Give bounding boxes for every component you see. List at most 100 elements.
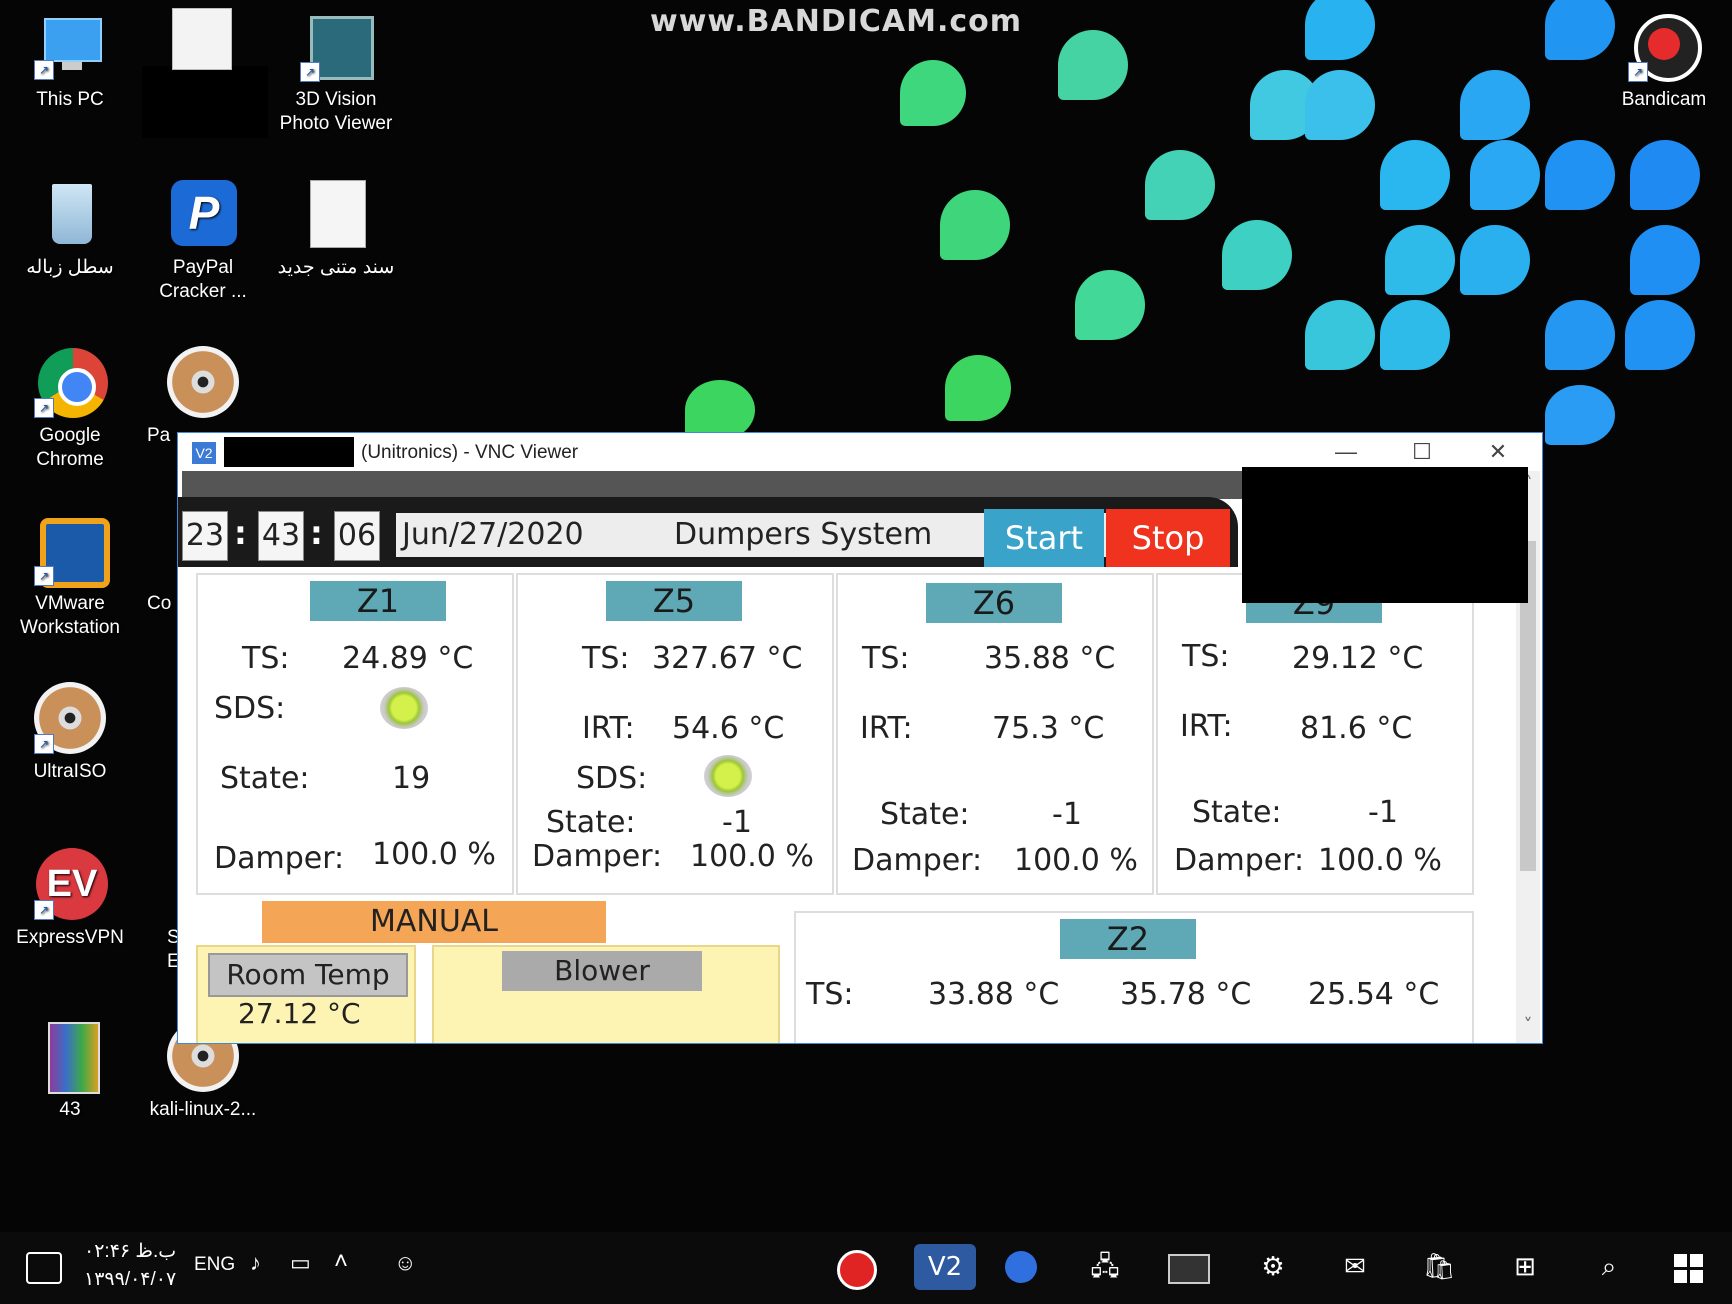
task-view-icon[interactable]: ⊞ [1500, 1244, 1550, 1290]
language-indicator[interactable]: ENG [194, 1254, 235, 1276]
maximize-button[interactable]: ☐ [1386, 435, 1458, 469]
scroll-down-icon[interactable]: ˅ [1516, 1015, 1540, 1036]
zone-header: Z6 [926, 583, 1062, 623]
time-separator: : [234, 514, 247, 552]
shortcut-icon [148, 848, 178, 920]
time-seconds[interactable]: 06 [334, 511, 380, 561]
bandicam-icon: ↗ [1628, 10, 1702, 82]
icon-label: سند متنی جدید [277, 257, 395, 278]
zone-header: Z2 [1060, 919, 1196, 959]
time-minutes[interactable]: 43 [258, 511, 304, 561]
damper-value: 100.0 % [372, 837, 496, 872]
state-value: 19 [392, 761, 431, 796]
zone-header: Z1 [310, 581, 446, 621]
irt-value: 75.3 °C [992, 711, 1105, 746]
windows-start-icon[interactable] [1664, 1244, 1714, 1290]
ts-value-2: 35.78 °C [1120, 977, 1252, 1012]
vnc-viewer-window[interactable]: V2 (Unitronics) - VNC Viewer — ☐ ✕ 23 : … [177, 432, 1543, 1044]
chevron-up-icon[interactable]: ˄ [334, 1248, 348, 1276]
network-icon[interactable]: 🖧 [1080, 1244, 1130, 1290]
damper-value: 100.0 % [690, 839, 814, 874]
state-value: -1 [1368, 795, 1398, 830]
system-title: Dumpers System [674, 517, 933, 552]
desktop-icon-text-document[interactable]: سند متنی جدید [276, 178, 396, 280]
zone-panel-z2: Z2 TS: 33.88 °C 35.78 °C 25.54 °C [794, 911, 1474, 1043]
irt-value: 81.6 °C [1300, 711, 1413, 746]
notification-icon[interactable] [26, 1252, 62, 1284]
redacted-area [142, 66, 268, 138]
zone-panel-z1: Z1 TS: 24.89 °C SDS: State: 19 Damper: 1… [196, 573, 514, 895]
vnc-logo-icon: V2 [192, 442, 216, 464]
desktop-icon-this-pc[interactable]: ↗ This PC [10, 10, 130, 112]
volume-icon[interactable]: ♪ [250, 1250, 261, 1276]
mail-icon[interactable]: ✉ [1330, 1244, 1380, 1290]
icon-label: Bandicam [1621, 89, 1707, 110]
desktop-icon-chrome[interactable]: ↗ Google Chrome [10, 346, 130, 472]
ts-label: TS: [806, 977, 854, 1012]
start-button[interactable]: Start [984, 509, 1104, 567]
irt-label: IRT: [1180, 709, 1233, 744]
desktop-icon-bandicam[interactable]: ↗ Bandicam [1604, 10, 1724, 112]
sds-indicator-icon [704, 755, 752, 797]
desktop-icon-paypal[interactable]: P PayPal Cracker ... [143, 178, 263, 304]
desktop-icon-ultraiso[interactable]: ↗ UltraISO [10, 682, 130, 784]
people-icon[interactable]: ☺ [394, 1250, 416, 1276]
terminal-icon[interactable] [1164, 1244, 1214, 1290]
taskbar: ۰۲:۴۶ ب.ظ ۱۳۹۹/۰۴/۰۷ ENG ♪ ▭ ˄ ☺ V2 🖧 ⚙ … [0, 1232, 1732, 1304]
state-value: -1 [1052, 797, 1082, 832]
state-value: -1 [722, 805, 752, 840]
desktop-icon-vmware[interactable]: ↗ VMware Workstation [10, 514, 130, 640]
bandicam-watermark: www.BANDICAM.com [650, 4, 1023, 39]
icon-label: 43 [59, 1099, 81, 1120]
minimize-button[interactable]: — [1310, 435, 1382, 469]
recycle-bin-icon [34, 178, 106, 250]
state-label: State: [880, 797, 970, 832]
settings-icon[interactable]: ⚙ [1248, 1244, 1298, 1290]
window-titlebar[interactable]: V2 (Unitronics) - VNC Viewer — ☐ ✕ [178, 433, 1542, 471]
desktop-icon-recycle-bin[interactable]: سطل زباله [10, 178, 130, 280]
icon-label: 3D Vision Photo Viewer [279, 89, 393, 134]
ts-label: TS: [862, 641, 910, 676]
ts-label: TS: [1182, 639, 1230, 674]
clock-time[interactable]: ۰۲:۴۶ ب.ظ [84, 1240, 176, 1263]
damper-label: Damper: [1174, 843, 1305, 878]
search-icon[interactable]: ⌕ [1584, 1244, 1634, 1290]
ts-label: TS: [582, 641, 630, 676]
damper-value: 100.0 % [1318, 843, 1442, 878]
clock-date[interactable]: ۱۳۹۹/۰۴/۰۷ [84, 1268, 176, 1291]
record-icon[interactable] [832, 1244, 882, 1290]
computer-icon: ↗ [34, 10, 106, 82]
manual-mode-badge[interactable]: MANUAL [262, 901, 606, 943]
blower-button[interactable]: Blower [502, 951, 702, 991]
ts-value: 29.12 °C [1292, 641, 1424, 676]
time-hours[interactable]: 23 [182, 511, 228, 561]
disc-icon: ↗ [34, 682, 106, 754]
store-icon[interactable]: 🛍 [1414, 1244, 1464, 1290]
state-label: State: [220, 761, 310, 796]
ts-value-1: 33.88 °C [928, 977, 1060, 1012]
redacted-area [1242, 467, 1528, 603]
stop-button[interactable]: Stop [1106, 509, 1230, 567]
irt-value: 54.6 °C [672, 711, 785, 746]
room-temp-value: 27.12 °C [238, 997, 361, 1030]
network-tray-icon[interactable]: ▭ [290, 1250, 311, 1276]
room-temp-tile: Room Temp 27.12 °C [196, 945, 416, 1043]
icon-label: This PC [36, 89, 104, 110]
shield-icon[interactable] [996, 1244, 1046, 1290]
icon-label: ExpressVPN [16, 927, 124, 948]
zone-panel-z9: Z9 TS: 29.12 °C IRT: 81.6 °C State: -1 D… [1156, 573, 1474, 895]
close-button[interactable]: ✕ [1462, 435, 1534, 469]
irt-label: IRT: [582, 711, 635, 746]
ts-value: 24.89 °C [342, 641, 474, 676]
sds-label: SDS: [214, 691, 286, 726]
desktop-icon-3d-vision[interactable]: ↗ 3D Vision Photo Viewer [276, 10, 396, 136]
desktop-icon-43[interactable]: 43 [10, 1020, 130, 1122]
vnc-icon[interactable]: V2 [914, 1244, 976, 1290]
document-icon[interactable] [172, 8, 232, 70]
zone-header: Z5 [606, 581, 742, 621]
damper-label: Damper: [214, 841, 345, 876]
desktop-icon-expressvpn[interactable]: EV ↗ ExpressVPN [10, 848, 130, 950]
icon-label: UltraISO [33, 761, 107, 782]
window-title: (Unitronics) - VNC Viewer [361, 442, 579, 463]
photo-viewer-icon: ↗ [300, 10, 374, 82]
